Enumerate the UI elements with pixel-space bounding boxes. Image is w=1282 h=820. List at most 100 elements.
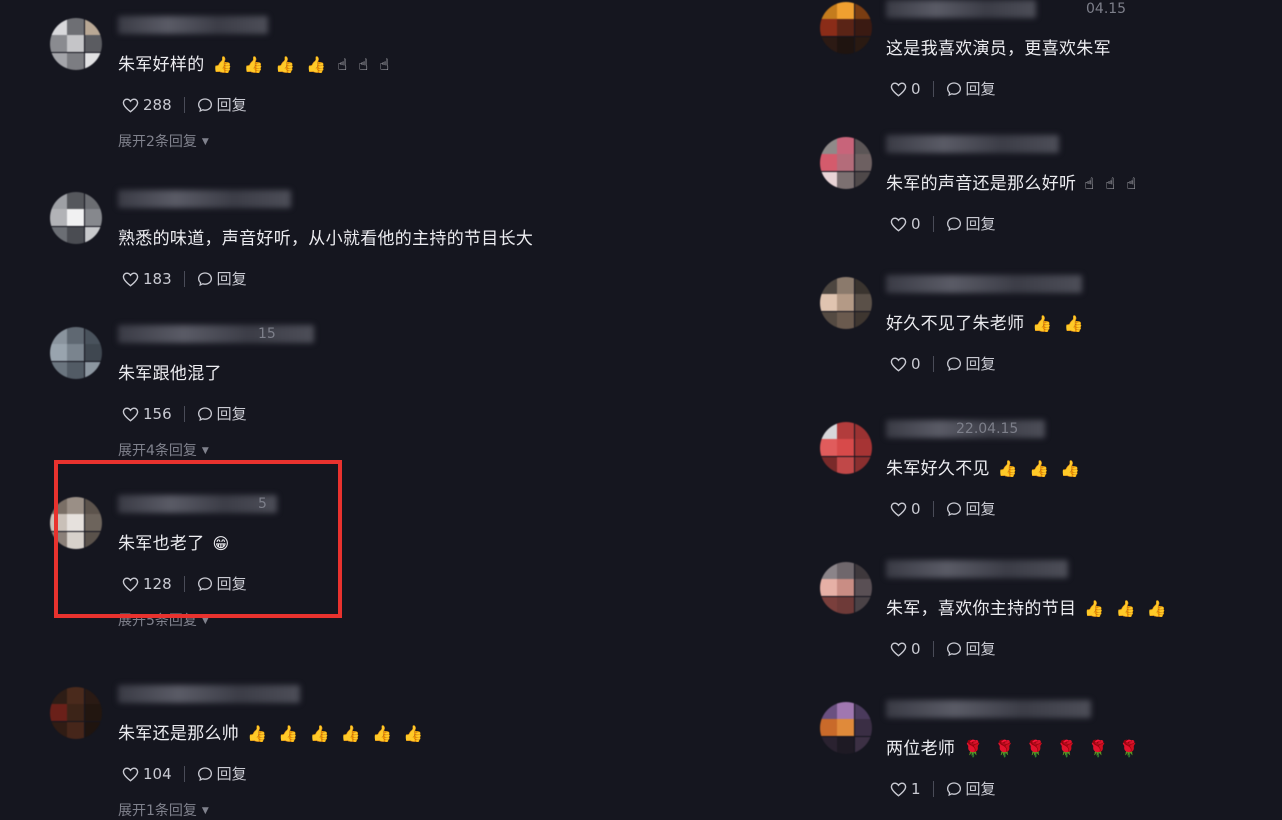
- pointing-emoji-icon: ☝: [1084, 174, 1095, 193]
- comment-text-content: 这是我喜欢演员，更喜欢朱军: [886, 39, 1111, 59]
- expand-replies-label: 展开1条回复: [118, 803, 197, 819]
- like-count: 104: [143, 764, 172, 783]
- thumbs-up-emoji-icon: 👍: [340, 724, 362, 743]
- comment-text-content: 朱军好久不见: [886, 459, 990, 479]
- comment-bubble-icon: [946, 501, 966, 517]
- divider: [932, 500, 934, 517]
- comment-text: 朱军还是那么帅 👍 👍 👍 👍 👍 👍: [118, 719, 424, 744]
- like-button[interactable]: 0: [890, 640, 921, 658]
- reply-button[interactable]: 回复: [197, 268, 247, 289]
- reply-button[interactable]: 回复: [946, 213, 996, 234]
- thumbs-up-emoji-icon: 👍: [997, 459, 1019, 478]
- thumbs-up-emoji-icon: 👍: [309, 724, 330, 743]
- username-blurred[interactable]: [118, 16, 268, 34]
- comment-date: 04.15: [1086, 1, 1127, 17]
- reply-label: 回复: [216, 270, 247, 288]
- avatar[interactable]: [820, 2, 872, 54]
- reply-button[interactable]: 回复: [197, 94, 247, 115]
- caret-down-icon: ▼: [201, 137, 209, 147]
- comment-text: 这是我喜欢演员，更喜欢朱军: [886, 34, 1111, 59]
- like-button[interactable]: 104: [122, 765, 172, 783]
- like-button[interactable]: 0: [890, 215, 921, 233]
- divider: [183, 96, 185, 113]
- heart-icon: [890, 81, 911, 97]
- left-comment-column: 朱军好样的 👍 👍 👍 👍 ☝ ☝ ☝ 288 回复 展开2条回复 ▼ 熟悉的味道，声音好听，从小就看他…: [0, 0, 640, 820]
- avatar[interactable]: [820, 562, 872, 614]
- expand-replies-label: 展开2条回复: [118, 134, 197, 150]
- heart-icon: [122, 766, 143, 782]
- like-count: 1: [911, 779, 921, 798]
- username-blurred[interactable]: [886, 560, 1068, 578]
- comment-actions: 0 回复: [890, 213, 996, 234]
- like-count: 0: [911, 639, 921, 658]
- divider: [932, 640, 934, 657]
- comment-actions: 288 回复: [122, 94, 247, 115]
- comment-text: 熟悉的味道，声音好听，从小就看他的主持的节目长大: [118, 224, 533, 249]
- thumbs-up-emoji-icon: 👍: [1146, 599, 1168, 618]
- avatar[interactable]: [50, 192, 102, 244]
- username-blurred[interactable]: [118, 325, 314, 343]
- username-blurred[interactable]: [886, 0, 1036, 18]
- avatar[interactable]: [820, 277, 872, 329]
- avatar[interactable]: [820, 422, 872, 474]
- username-blurred[interactable]: [886, 275, 1082, 293]
- comment-text-content: 朱军，喜欢你主持的节目: [886, 599, 1077, 619]
- avatar[interactable]: [50, 327, 102, 379]
- like-button[interactable]: 183: [122, 270, 172, 288]
- username-blurred[interactable]: [886, 135, 1059, 153]
- heart-icon: [122, 271, 143, 287]
- thumbs-up-emoji-icon: 👍: [372, 724, 393, 743]
- reply-button[interactable]: 回复: [946, 353, 996, 374]
- comment-date: 15: [258, 326, 276, 342]
- comment-bubble-icon: [197, 271, 217, 287]
- reply-button[interactable]: 回复: [946, 778, 996, 799]
- expand-replies-link[interactable]: 展开1条回复 ▼: [118, 800, 209, 820]
- avatar[interactable]: [820, 702, 872, 754]
- highlight-box: [54, 460, 342, 618]
- like-button[interactable]: 288: [122, 96, 172, 114]
- comment-text: 朱军，喜欢你主持的节目 👍 👍 👍: [886, 594, 1167, 619]
- like-button[interactable]: 0: [890, 355, 921, 373]
- comment-bubble-icon: [946, 81, 966, 97]
- comment-text: 朱军的声音还是那么好听 ☝ ☝ ☝: [886, 169, 1136, 194]
- reply-button[interactable]: 回复: [197, 403, 247, 424]
- expand-replies-link[interactable]: 展开4条回复 ▼: [118, 440, 209, 460]
- username-blurred[interactable]: [118, 685, 300, 703]
- comment-bubble-icon: [946, 641, 966, 657]
- username-blurred[interactable]: [886, 700, 1091, 718]
- reply-button[interactable]: 回复: [946, 78, 996, 99]
- reply-button[interactable]: 回复: [946, 638, 996, 659]
- pointing-emoji-icon: ☝: [358, 55, 369, 74]
- thumbs-up-emoji-icon: 👍: [1060, 459, 1081, 478]
- reply-label: 回复: [965, 640, 996, 658]
- comment-actions: 0 回复: [890, 353, 996, 374]
- heart-icon: [890, 781, 911, 797]
- like-button[interactable]: 0: [890, 80, 921, 98]
- like-button[interactable]: 0: [890, 500, 921, 518]
- like-button[interactable]: 1: [890, 780, 921, 798]
- thumbs-up-emoji-icon: 👍: [1032, 314, 1053, 333]
- caret-down-icon: ▼: [201, 446, 209, 456]
- pointing-emoji-icon: ☝: [379, 55, 390, 74]
- heart-icon: [890, 501, 911, 517]
- comment-text: 朱军好久不见 👍 👍 👍: [886, 454, 1081, 479]
- username-blurred[interactable]: [118, 190, 291, 208]
- pointing-emoji-icon: ☝: [1105, 174, 1116, 193]
- comment-text: 朱军跟他混了: [118, 359, 222, 384]
- expand-replies-link[interactable]: 展开2条回复 ▼: [118, 131, 209, 151]
- reply-button[interactable]: 回复: [946, 498, 996, 519]
- like-count: 0: [911, 499, 921, 518]
- avatar[interactable]: [820, 137, 872, 189]
- like-count: 156: [143, 404, 172, 423]
- like-button[interactable]: 156: [122, 405, 172, 423]
- thumbs-up-emoji-icon: 👍: [243, 55, 264, 74]
- rose-emoji-icon: 🌹: [1025, 739, 1046, 758]
- avatar[interactable]: [50, 687, 102, 739]
- comment-text-content: 朱军好样的: [118, 55, 205, 75]
- heart-icon: [890, 216, 911, 232]
- comment-actions: 104 回复: [122, 763, 247, 784]
- avatar[interactable]: [50, 18, 102, 70]
- reply-button[interactable]: 回复: [197, 763, 247, 784]
- divider: [183, 765, 185, 782]
- comment-actions: 1 回复: [890, 778, 996, 799]
